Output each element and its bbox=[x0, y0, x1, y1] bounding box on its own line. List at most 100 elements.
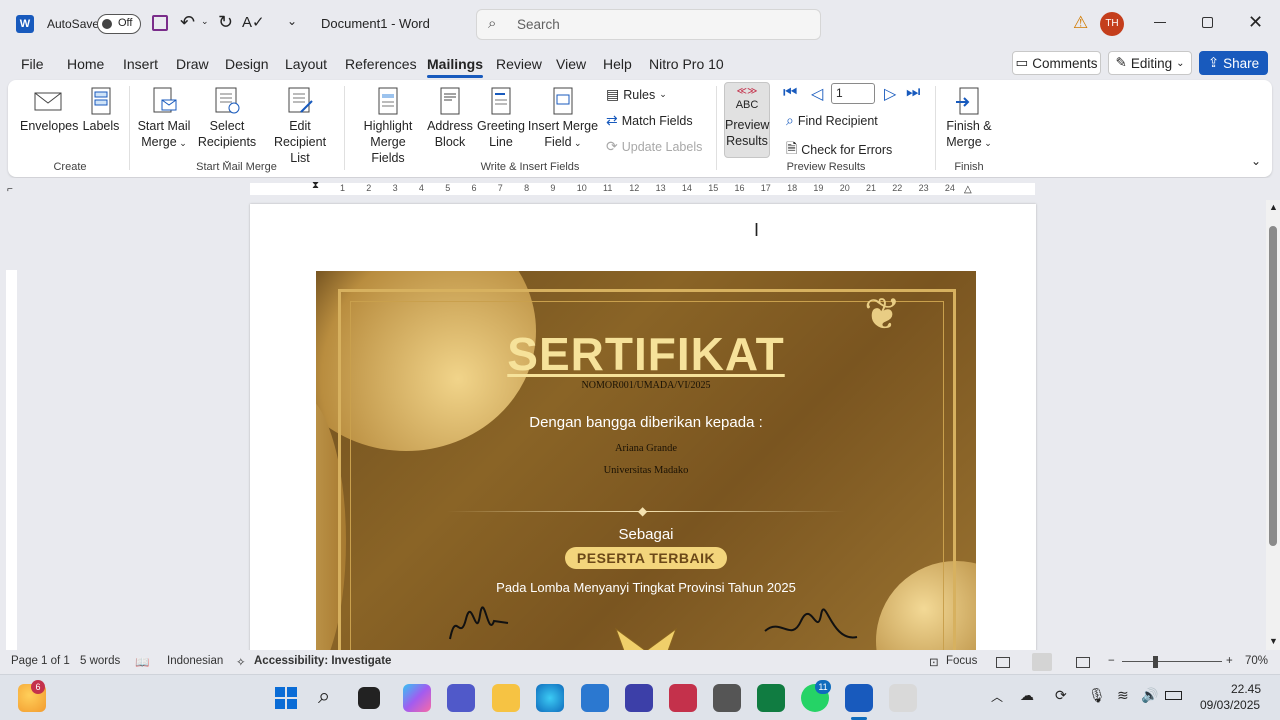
undo-icon[interactable]: ↶ bbox=[180, 12, 195, 33]
document-area[interactable]: I ❦ SERTIFIKAT NOMOR001/UMADA/VI/2025 De… bbox=[22, 200, 1266, 650]
find-recipient-button[interactable]: ⌕ Find Recipient bbox=[786, 112, 878, 129]
search-box[interactable]: ⌕ Search bbox=[476, 9, 821, 40]
scroll-up-icon[interactable]: ▲ bbox=[1269, 202, 1278, 212]
copilot-icon[interactable] bbox=[403, 684, 431, 712]
scroll-down-icon[interactable]: ▼ bbox=[1269, 636, 1278, 646]
tray-chevron-icon[interactable]: ︿ bbox=[991, 688, 1003, 705]
volume-icon[interactable]: 🔊 bbox=[1141, 687, 1158, 704]
store-icon[interactable] bbox=[581, 684, 609, 712]
tab-draw[interactable]: Draw bbox=[176, 56, 209, 72]
tab-review[interactable]: Review bbox=[496, 56, 542, 72]
customize-toolbar-icon[interactable]: ⌄ bbox=[287, 14, 297, 28]
page-count[interactable]: Page 1 of 1 bbox=[11, 655, 70, 667]
save-icon[interactable] bbox=[152, 15, 168, 31]
certificate-image[interactable]: ❦ SERTIFIKAT NOMOR001/UMADA/VI/2025 Deng… bbox=[316, 271, 976, 650]
editing-button[interactable]: ✎ Editing ⌄ bbox=[1108, 51, 1192, 75]
autosave-toggle[interactable]: Off bbox=[97, 14, 141, 34]
update-labels-button[interactable]: ⟳ Update Labels bbox=[606, 138, 702, 155]
file-explorer-icon[interactable] bbox=[492, 684, 520, 712]
tab-file[interactable]: File bbox=[21, 56, 44, 72]
cloud-icon[interactable]: ☁ bbox=[1020, 687, 1034, 704]
document-page[interactable]: I ❦ SERTIFIKAT NOMOR001/UMADA/VI/2025 De… bbox=[250, 204, 1036, 650]
first-record-icon[interactable]: ⏮ bbox=[783, 84, 797, 102]
battery-icon[interactable] bbox=[1165, 691, 1182, 700]
envelopes-button[interactable]: Envelopes bbox=[20, 86, 78, 134]
power-automate-icon[interactable] bbox=[625, 684, 653, 712]
next-record-icon[interactable]: ▷ bbox=[884, 84, 896, 104]
undo-dropdown-icon[interactable]: ⌄ bbox=[201, 16, 209, 27]
sync-icon[interactable]: ⟳ bbox=[1055, 687, 1067, 704]
zoom-in-icon[interactable]: + bbox=[1226, 655, 1233, 667]
spelling-icon[interactable]: A✓ bbox=[242, 13, 265, 31]
highlight-merge-fields-button[interactable]: Highlight Merge Fields bbox=[352, 86, 424, 166]
tab-insert[interactable]: Insert bbox=[123, 56, 158, 72]
tab-home[interactable]: Home bbox=[67, 56, 104, 72]
edit-list-icon bbox=[288, 87, 313, 113]
right-indent-icon[interactable]: △ bbox=[964, 184, 972, 195]
horizontal-ruler[interactable]: ⌐ 1 2 3 4 5 6 7 8 9 10 11 12 13 14 15 16 17 18 19 20 21 22 23 2… bbox=[0, 178, 1280, 200]
check-errors-button[interactable]: 🗎 Check for Errors bbox=[786, 138, 892, 162]
minimize-icon[interactable] bbox=[1154, 22, 1166, 23]
accessibility-status[interactable]: Accessibility: Investigate bbox=[254, 655, 391, 667]
excel-icon[interactable] bbox=[757, 684, 785, 712]
last-record-icon[interactable]: ⏭ bbox=[906, 84, 920, 102]
edit-recipient-list-button[interactable]: Edit Recipient List bbox=[263, 86, 337, 166]
language[interactable]: Indonesian bbox=[167, 655, 223, 667]
comments-button[interactable]: ▭ Comments bbox=[1012, 51, 1101, 75]
greeting-line-button[interactable]: Greeting Line bbox=[476, 86, 526, 150]
previous-record-icon[interactable]: ◁ bbox=[811, 84, 823, 104]
tab-design[interactable]: Design bbox=[225, 56, 269, 72]
zoom-slider[interactable] bbox=[1122, 661, 1222, 662]
collapse-ribbon-icon[interactable]: ⌄ bbox=[1251, 154, 1261, 168]
zoom-out-icon[interactable]: − bbox=[1108, 655, 1115, 667]
finish-merge-button[interactable]: Finish & Merge ⌄ bbox=[940, 86, 998, 151]
task-view-icon[interactable] bbox=[358, 687, 380, 709]
record-number-input[interactable]: 1 bbox=[831, 83, 875, 104]
zoom-thumb[interactable] bbox=[1153, 656, 1158, 668]
focus-button[interactable]: Focus bbox=[946, 655, 977, 667]
vertical-ruler[interactable] bbox=[0, 200, 22, 650]
select-recipients-button[interactable]: Select Recipients ⌄ bbox=[194, 86, 260, 168]
preview-results-button[interactable]: ≪≫ ABC Preview Results bbox=[724, 82, 770, 158]
tab-nitro[interactable]: Nitro Pro 10 bbox=[649, 56, 724, 72]
web-layout-icon[interactable] bbox=[1076, 657, 1090, 668]
match-fields-button[interactable]: ⇄ Match Fields bbox=[606, 112, 693, 129]
search-taskbar-icon[interactable]: ⌕ bbox=[318, 683, 330, 709]
start-mail-merge-button[interactable]: Start Mail Merge ⌄ bbox=[134, 86, 194, 151]
labels-button[interactable]: Labels bbox=[82, 86, 120, 134]
teams-icon[interactable] bbox=[447, 684, 475, 712]
proofing-icon[interactable]: 📖 bbox=[135, 655, 149, 669]
snipping-tool-icon[interactable] bbox=[889, 684, 917, 712]
close-icon[interactable]: ✕ bbox=[1248, 12, 1263, 33]
wifi-icon[interactable]: ≋ bbox=[1117, 687, 1129, 704]
scroll-thumb[interactable] bbox=[1269, 226, 1277, 546]
restore-icon[interactable] bbox=[1202, 17, 1213, 28]
print-layout-icon[interactable] bbox=[1032, 653, 1052, 671]
edge-icon[interactable] bbox=[536, 684, 564, 712]
address-block-button[interactable]: Address Block bbox=[424, 86, 476, 150]
microphone-icon[interactable]: 🎙 bbox=[1088, 687, 1106, 704]
tab-mailings[interactable]: Mailings bbox=[427, 56, 484, 78]
greeting-line-icon bbox=[491, 87, 511, 115]
read-mode-icon[interactable] bbox=[996, 657, 1010, 668]
avatar[interactable]: TH bbox=[1100, 12, 1124, 36]
warning-icon[interactable]: ⚠ bbox=[1073, 13, 1088, 33]
clock-date[interactable]: 09/03/2025 bbox=[1200, 698, 1260, 712]
rules-button[interactable]: ▤ Rules ⌄ bbox=[606, 86, 667, 103]
zoom-level[interactable]: 70% bbox=[1245, 655, 1268, 667]
insert-merge-field-button[interactable]: Insert Merge Field ⌄ bbox=[526, 86, 600, 151]
tab-layout[interactable]: Layout bbox=[285, 56, 327, 72]
share-button[interactable]: ⇪ Share bbox=[1199, 51, 1268, 75]
camera-icon[interactable] bbox=[713, 684, 741, 712]
mcafee-icon[interactable] bbox=[669, 684, 697, 712]
indent-marker-icon[interactable]: ⧗ bbox=[312, 180, 319, 191]
redo-icon[interactable]: ↻ bbox=[218, 12, 233, 33]
word-taskbar-icon[interactable] bbox=[845, 684, 873, 712]
vertical-scrollbar[interactable]: ▲ ▼ bbox=[1266, 200, 1280, 650]
word-count[interactable]: 5 words bbox=[80, 655, 120, 667]
tab-view[interactable]: View bbox=[556, 56, 586, 72]
tab-references[interactable]: References bbox=[345, 56, 417, 72]
clock-time[interactable]: 22.45 bbox=[1231, 682, 1261, 696]
windows-start-icon[interactable] bbox=[272, 684, 300, 712]
tab-help[interactable]: Help bbox=[603, 56, 632, 72]
